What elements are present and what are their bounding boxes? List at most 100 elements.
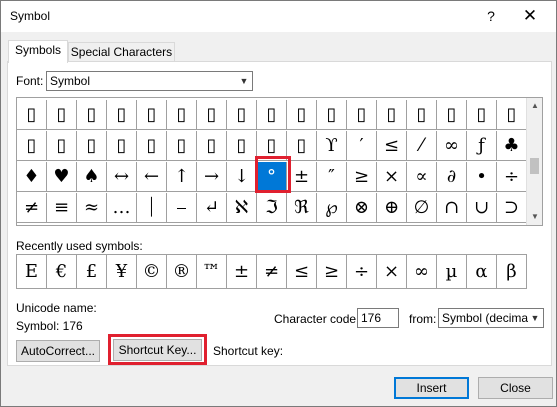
symbol-cell[interactable]: ▯	[47, 100, 77, 130]
symbol-cell[interactable]: ▯	[107, 100, 137, 130]
symbol-cell[interactable]: ♥	[47, 162, 77, 192]
tab-symbols[interactable]: Symbols	[8, 40, 68, 63]
symbol-cell[interactable]: ⊗	[347, 193, 377, 223]
autocorrect-button[interactable]: AutoCorrect...	[16, 340, 100, 362]
recent-symbol-cell[interactable]: ×	[377, 255, 407, 288]
symbol-cell[interactable]: ℑ	[257, 193, 287, 223]
help-button[interactable]: ?	[479, 4, 503, 28]
symbol-cell[interactable]: ″	[317, 162, 347, 192]
symbol-cell[interactable]: ƒ	[467, 131, 497, 161]
symbol-cell[interactable]: ↔	[107, 162, 137, 192]
recent-symbol-cell[interactable]: €	[47, 255, 77, 288]
symbol-cell[interactable]: ▯	[257, 100, 287, 130]
selected-symbol-highlight	[255, 156, 291, 193]
recent-symbol-cell[interactable]: ≤	[287, 255, 317, 288]
symbol-cell[interactable]: ′	[347, 131, 377, 161]
symbol-cell[interactable]: ∅	[407, 193, 437, 223]
recent-symbol-cell[interactable]: ≠	[257, 255, 287, 288]
symbol-cell[interactable]: ▯	[317, 100, 347, 130]
symbol-cell[interactable]: ℜ	[287, 193, 317, 223]
symbol-cell[interactable]: ▯	[407, 100, 437, 130]
symbol-cell[interactable]: ←	[137, 162, 167, 192]
symbol-cell[interactable]: ∩	[437, 193, 467, 223]
symbol-cell[interactable]: ≠	[17, 193, 47, 223]
symbol-cell[interactable]: ≡	[47, 193, 77, 223]
symbol-cell[interactable]: ⏐	[137, 193, 167, 223]
symbol-cell[interactable]: ↵	[197, 193, 227, 223]
symbol-cell[interactable]: ∞	[437, 131, 467, 161]
font-select[interactable]: Symbol ▼	[46, 71, 253, 91]
scroll-thumb[interactable]	[530, 158, 539, 174]
symbol-cell[interactable]: ▯	[287, 100, 317, 130]
recent-symbol-cell[interactable]: ÷	[347, 255, 377, 288]
symbol-cell[interactable]: ≤	[377, 131, 407, 161]
symbol-cell[interactable]: ↑	[167, 162, 197, 192]
recent-symbol-cell[interactable]: ©	[137, 255, 167, 288]
close-icon[interactable]: ✕	[517, 4, 543, 28]
scroll-up-icon[interactable]: ▲	[527, 98, 542, 114]
symbol-cell[interactable]: ∪	[467, 193, 497, 223]
symbol-cell[interactable]: ▯	[47, 131, 77, 161]
shortcut-key-button[interactable]: Shortcut Key...	[113, 339, 202, 361]
from-select[interactable]: Symbol (decimal) ▼	[438, 308, 544, 328]
symbol-cell[interactable]: ≥	[347, 162, 377, 192]
symbol-cell[interactable]: ↓	[227, 162, 257, 192]
symbol-cell[interactable]: ▯	[347, 100, 377, 130]
recent-symbol-cell[interactable]: £	[77, 255, 107, 288]
symbol-cell[interactable]: ±	[287, 162, 317, 192]
symbol-cell[interactable]: ▯	[437, 100, 467, 130]
symbol-cell[interactable]: ▯	[137, 131, 167, 161]
symbol-cell[interactable]: ▯	[227, 131, 257, 161]
chevron-down-icon: ▼	[530, 313, 540, 323]
recent-symbol-cell[interactable]: µ	[437, 255, 467, 288]
symbol-cell[interactable]: ▯	[467, 100, 497, 130]
recent-symbol-cell[interactable]: ®	[167, 255, 197, 288]
recent-symbol-cell[interactable]: β	[497, 255, 527, 288]
symbol-cell[interactable]: →	[197, 162, 227, 192]
symbol-cell[interactable]: ▯	[227, 100, 257, 130]
symbol-cell[interactable]: …	[107, 193, 137, 223]
symbol-cell[interactable]: ▯	[197, 131, 227, 161]
symbol-cell[interactable]: ▯	[497, 100, 527, 130]
symbol-cell[interactable]: •	[467, 162, 497, 192]
symbol-cell[interactable]: ▯	[107, 131, 137, 161]
symbol-cell[interactable]: ⁄	[407, 131, 437, 161]
symbol-cell[interactable]: ⊃	[497, 193, 527, 223]
symbol-cell[interactable]: ⊕	[377, 193, 407, 223]
symbol-cell[interactable]: ϒ	[317, 131, 347, 161]
recent-symbol-cell[interactable]: ∞	[407, 255, 437, 288]
insert-button[interactable]: Insert	[394, 377, 469, 399]
character-code-input[interactable]: 176	[357, 308, 399, 328]
recent-symbol-cell[interactable]: ¥	[107, 255, 137, 288]
symbol-cell[interactable]: ▯	[167, 100, 197, 130]
symbol-cell[interactable]: ▯	[287, 131, 317, 161]
recent-symbol-cell[interactable]: ™	[197, 255, 227, 288]
symbol-cell[interactable]: ×	[377, 162, 407, 192]
grid-scrollbar[interactable]: ▲ ▼	[526, 98, 542, 225]
symbol-cell[interactable]: ♠	[77, 162, 107, 192]
symbol-cell[interactable]: ℵ	[227, 193, 257, 223]
recent-symbol-cell[interactable]: E	[17, 255, 47, 288]
symbol-cell[interactable]: ℘	[317, 193, 347, 223]
tab-special-characters[interactable]: Special Characters	[68, 42, 175, 63]
recent-symbol-cell[interactable]: α	[467, 255, 497, 288]
recent-symbol-cell[interactable]: ±	[227, 255, 257, 288]
symbol-cell[interactable]: ▯	[17, 131, 47, 161]
symbol-cell[interactable]: ▯	[197, 100, 227, 130]
symbol-cell[interactable]: ▯	[17, 100, 47, 130]
close-button[interactable]: Close	[478, 377, 553, 399]
recent-symbol-cell[interactable]: ≥	[317, 255, 347, 288]
symbol-cell[interactable]: ♦	[17, 162, 47, 192]
symbol-cell[interactable]: ⎯	[167, 193, 197, 223]
symbol-cell[interactable]: ≈	[77, 193, 107, 223]
scroll-down-icon[interactable]: ▼	[527, 209, 542, 225]
symbol-cell[interactable]: ∂	[437, 162, 467, 192]
symbol-cell[interactable]: ♣	[497, 131, 527, 161]
symbol-cell[interactable]: ▯	[77, 131, 107, 161]
symbol-cell[interactable]: ▯	[77, 100, 107, 130]
symbol-cell[interactable]: ▯	[377, 100, 407, 130]
symbol-cell[interactable]: ▯	[137, 100, 167, 130]
symbol-cell[interactable]: ∝	[407, 162, 437, 192]
symbol-cell[interactable]: ÷	[497, 162, 527, 192]
symbol-cell[interactable]: ▯	[167, 131, 197, 161]
